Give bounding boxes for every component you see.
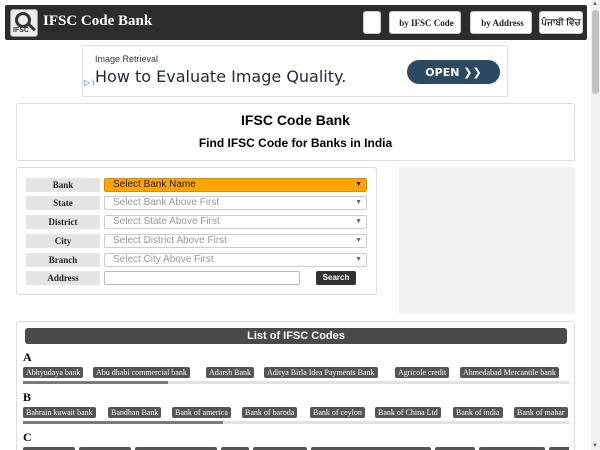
scroll-down-icon[interactable]: ▼ [592,443,598,449]
city-select[interactable]: Select District Above First ▼ [104,234,367,248]
chevron-down-icon: ▼ [355,256,362,263]
bank-chip[interactable]: Bandhan Bank [108,407,162,418]
state-select-value: Select Bank Above First [113,197,220,208]
letter-heading-a: A [23,350,32,364]
district-select[interactable]: Select State Above First ▼ [104,215,367,229]
chips-scrollbar-b[interactable] [23,421,569,424]
bank-chip[interactable]: Adarsh Bank [206,367,254,378]
state-select[interactable]: Select Bank Above First ▼ [104,196,367,210]
city-label: City [26,234,100,248]
state-label: State [26,196,100,210]
bank-chip[interactable]: Aditya Birla Idea Payments Bank [264,367,378,378]
ad-open-button[interactable]: OPEN ❯❯ [407,60,500,84]
scrollbar-thumb[interactable] [592,10,599,94]
chevron-down-icon: ▼ [355,218,362,225]
address-label: Address [26,271,100,285]
site-header: IFSC IFSC Code Bank by IFSC Code by Addr… [5,5,587,40]
home-button[interactable] [363,11,381,34]
bank-chip[interactable]: Bank of ceylon [310,407,365,418]
bank-search-form: Bank Select Bank Name ▼ State Select Ban… [16,167,377,295]
bank-chip[interactable]: Bank of baroda [242,407,298,418]
page-scrollbar[interactable]: ▲ ▼ [591,0,600,450]
site-title[interactable]: IFSC Code Bank [43,13,152,30]
search-button[interactable]: Search [316,271,356,285]
side-ad-slot [399,167,575,314]
search-by-address-label: by Address [481,17,524,28]
bank-chip[interactable]: Bank of mahar [514,407,568,418]
letter-heading-b: B [23,390,32,404]
chips-scrollbar-a[interactable] [23,381,569,384]
bank-chip[interactable]: Bank of india [453,407,503,418]
ad-headline[interactable]: How to Evaluate Image Quality. [95,67,346,86]
bank-chips-b: Bahrain kuwait bank Bandhan Bank Bank of… [23,407,569,419]
logo-text: IFSC [13,27,29,34]
bank-chip[interactable]: Bahrain kuwait bank [23,407,96,418]
ad-banner[interactable]: ▷ i Image Retrieval How to Evaluate Imag… [82,45,508,97]
search-by-address-button[interactable]: by Address [470,11,532,34]
letter-heading-c: C [23,430,32,444]
branch-select-value: Select City Above First [113,254,214,265]
bank-chips-a: Abhyudaya bank Abu dhabi commercial bank… [23,367,569,379]
address-input[interactable] [104,271,300,285]
language-button[interactable]: ਪੰਜਾਬੀ ਵਿੱਚ [539,11,583,34]
list-title: List of IFSC Codes [25,328,567,344]
ad-advertiser: Image Retrieval [95,54,159,64]
bank-chip[interactable]: Abu dhabi commercial bank [93,367,190,378]
chevron-down-icon: ▼ [355,181,362,188]
bank-chip[interactable]: Bank of China Ltd [375,407,441,418]
chevron-down-icon: ▼ [355,199,362,206]
search-by-ifsc-button[interactable]: by IFSC Code [389,11,461,34]
city-select-value: Select District Above First [113,235,227,246]
bank-label: Bank [26,178,100,192]
ifsc-code-list: List of IFSC Codes A Abhyudaya bank Abu … [16,321,575,450]
page-title: IFSC Code Bank [241,112,350,128]
language-label: ਪੰਜਾਬੀ ਵਿੱਚ [541,17,581,27]
district-select-value: Select State Above First [113,216,220,227]
chevron-down-icon: ▼ [355,237,362,244]
bank-select-value: Select Bank Name [113,179,196,190]
logo[interactable]: IFSC [10,9,38,37]
bank-chip[interactable]: Abhyudaya bank [23,367,84,378]
bank-select[interactable]: Select Bank Name ▼ [104,178,367,192]
ad-choices-icon[interactable]: ▷ i [84,79,94,87]
bank-chip[interactable]: Bank of america [172,407,231,418]
district-label: District [26,215,100,229]
page-subtitle: Find IFSC Code for Banks in India [198,136,393,150]
scroll-up-icon[interactable]: ▲ [592,1,598,7]
bank-chip[interactable]: Ahmedabad Mercantile bank [460,367,559,378]
branch-select[interactable]: Select City Above First ▼ [104,253,367,267]
search-by-ifsc-label: by IFSC Code [399,17,454,28]
bank-chip[interactable]: Agricole credit [395,367,450,378]
branch-label: Branch [26,253,100,267]
title-card: IFSC Code Bank Find IFSC Code for Banks … [16,103,575,161]
